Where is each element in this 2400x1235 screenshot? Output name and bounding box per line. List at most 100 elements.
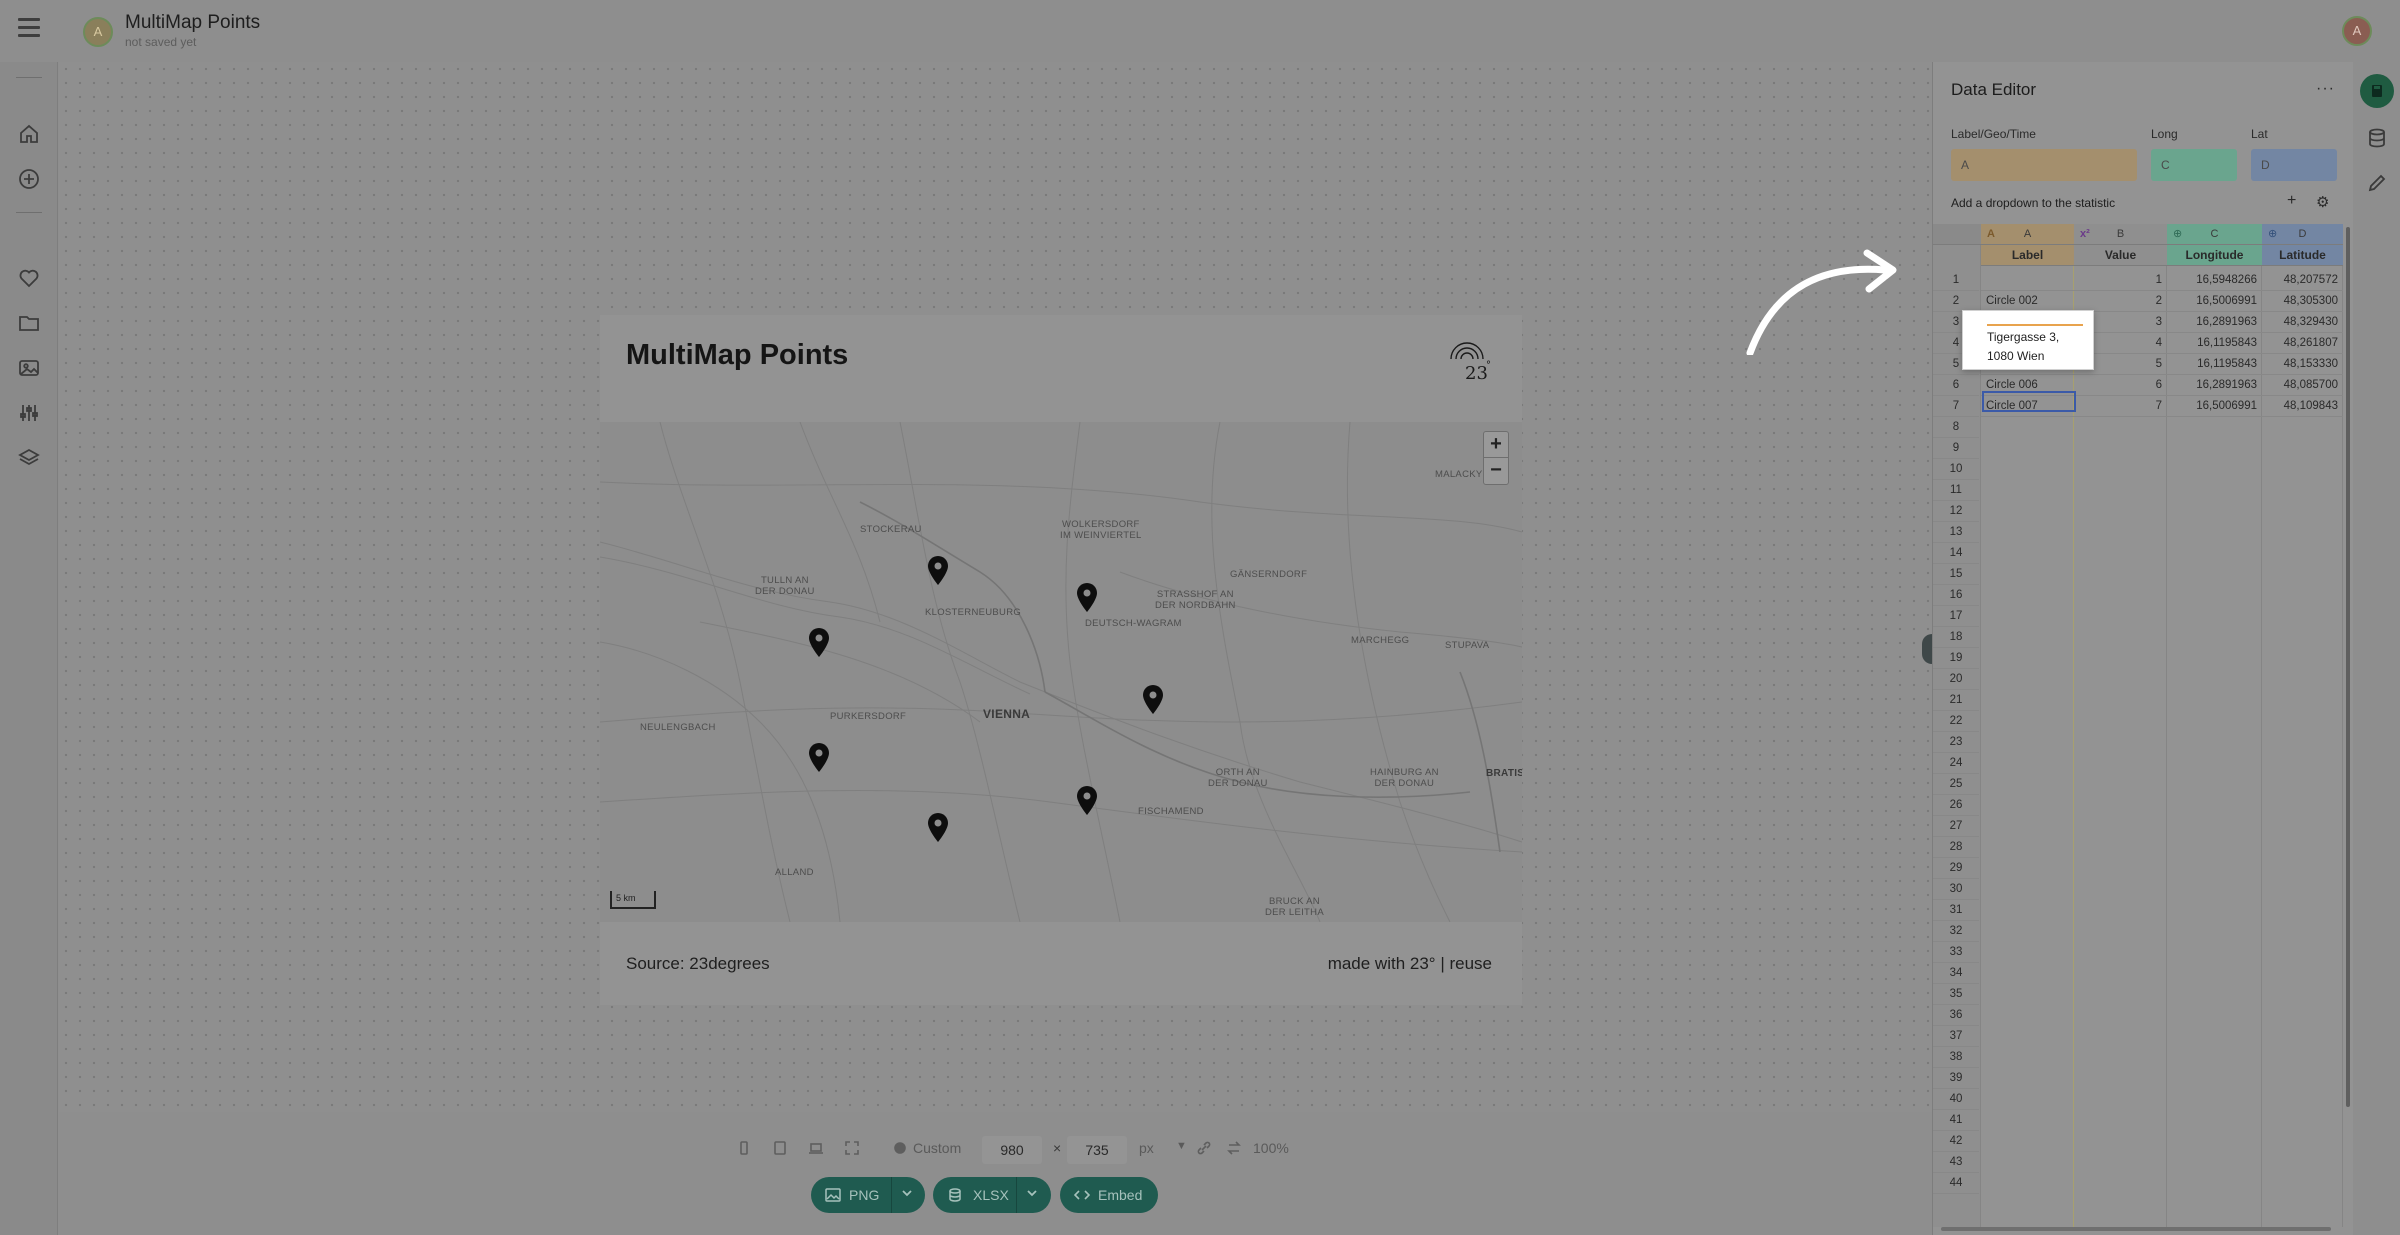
zoom-out-button[interactable]: − (1484, 458, 1508, 484)
row-number[interactable]: 18 (1933, 627, 1979, 648)
embed-button[interactable]: Embed (1060, 1177, 1158, 1213)
selected-cell[interactable] (1982, 391, 2076, 412)
fullscreen-icon[interactable] (844, 1140, 860, 1159)
database-icon[interactable] (2366, 127, 2388, 149)
header-cell-latitude[interactable]: Latitude (2262, 245, 2343, 266)
table-cell[interactable]: 16,1195843 (2167, 333, 2262, 354)
row-number[interactable]: 33 (1933, 942, 1979, 963)
row-number[interactable]: 42 (1933, 1131, 1979, 1152)
home-icon[interactable] (17, 122, 41, 146)
size-preset[interactable]: Custom (913, 1140, 961, 1156)
table-cell[interactable]: 6 (2074, 375, 2167, 396)
column-b-header[interactable]: x² B (2074, 224, 2167, 245)
row-number[interactable]: 12 (1933, 501, 1979, 522)
export-xlsx-button[interactable]: XLSX (933, 1177, 1051, 1213)
laptop-icon[interactable] (808, 1140, 824, 1159)
row-number[interactable]: 6 (1933, 375, 1979, 396)
custom-size-icon[interactable] (892, 1140, 908, 1159)
save-button[interactable] (2360, 74, 2394, 108)
tablet-icon[interactable] (772, 1140, 788, 1159)
row-number[interactable]: 7 (1933, 396, 1979, 417)
row-number[interactable]: 35 (1933, 984, 1979, 1005)
row-number[interactable]: 14 (1933, 543, 1979, 564)
table-cell[interactable]: 16,5948266 (2167, 270, 2262, 291)
table-cell[interactable]: 1 (2074, 270, 2167, 291)
row-number[interactable]: 40 (1933, 1089, 1979, 1110)
horizontal-scrollbar[interactable] (1941, 1227, 2331, 1231)
image-icon[interactable] (17, 356, 41, 380)
row-number[interactable]: 44 (1933, 1173, 1979, 1194)
zoom-level[interactable]: 100% (1253, 1140, 1289, 1156)
chevron-down-icon[interactable] (1025, 1186, 1039, 1200)
map-pin[interactable] (926, 811, 950, 843)
document-title[interactable]: MultiMap Points (125, 12, 260, 34)
table-cell[interactable]: 2 (2074, 291, 2167, 312)
height-input[interactable]: 735 (1067, 1136, 1127, 1164)
folder-icon[interactable] (17, 311, 41, 335)
row-number[interactable]: 36 (1933, 1005, 1979, 1026)
gear-icon[interactable]: ⚙ (2316, 193, 2329, 211)
map-pin[interactable] (926, 554, 950, 586)
heart-icon[interactable] (17, 266, 41, 290)
row-number[interactable]: 28 (1933, 837, 1979, 858)
row-number[interactable]: 37 (1933, 1026, 1979, 1047)
credit-text[interactable]: made with 23° | reuse (1328, 954, 1492, 974)
row-number[interactable]: 24 (1933, 753, 1979, 774)
row-number[interactable]: 30 (1933, 879, 1979, 900)
row-number[interactable]: 29 (1933, 858, 1979, 879)
row-number[interactable]: 23 (1933, 732, 1979, 753)
row-number[interactable]: 38 (1933, 1047, 1979, 1068)
table-cell[interactable]: Circle 002 (1981, 291, 2074, 312)
row-number[interactable]: 20 (1933, 669, 1979, 690)
row-number[interactable]: 41 (1933, 1110, 1979, 1131)
sliders-icon[interactable] (17, 401, 41, 425)
table-cell[interactable]: 16,2891963 (2167, 375, 2262, 396)
pencil-icon[interactable] (2366, 172, 2388, 194)
table-cell[interactable]: 48,261807 (2262, 333, 2343, 354)
field-slot-geo[interactable]: A (1951, 149, 2137, 181)
corner-cell[interactable] (1933, 224, 1981, 245)
row-number[interactable]: 31 (1933, 900, 1979, 921)
table-cell[interactable] (1981, 270, 2074, 291)
table-cell[interactable]: 16,2891963 (2167, 312, 2262, 333)
field-slot-lat[interactable]: D (2251, 149, 2337, 181)
column-c-header[interactable]: ⊕ C (2167, 224, 2262, 245)
map-pin[interactable] (807, 626, 831, 658)
chevron-down-icon[interactable] (900, 1186, 914, 1200)
table-cell[interactable]: 16,5006991 (2167, 291, 2262, 312)
row-number[interactable]: 27 (1933, 816, 1979, 837)
table-cell[interactable]: 16,5006991 (2167, 396, 2262, 417)
table-cell[interactable]: 48,109843 (2262, 396, 2343, 417)
column-a-header[interactable]: A A (1981, 224, 2074, 245)
cell-edit-popup[interactable]: Tigergasse 3, 1080 Wien (1962, 310, 2094, 370)
column-d-header[interactable]: ⊕ D (2262, 224, 2343, 245)
row-number[interactable]: 26 (1933, 795, 1979, 816)
map-pin[interactable] (807, 741, 831, 773)
link-icon[interactable] (1196, 1140, 1212, 1159)
phone-icon[interactable] (736, 1140, 752, 1159)
table-cell[interactable]: 7 (2074, 396, 2167, 417)
panel-collapse-handle[interactable] (1922, 634, 1932, 664)
map-card[interactable]: MultiMap Points 23 ° VIENNA STOCKERAU WO… (600, 315, 1522, 1005)
table-cell[interactable]: 48,153330 (2262, 354, 2343, 375)
row-number[interactable]: 34 (1933, 963, 1979, 984)
header-cell-value[interactable]: Value (2074, 245, 2167, 266)
row-number[interactable]: 10 (1933, 459, 1979, 480)
zoom-in-button[interactable]: + (1484, 432, 1508, 458)
row-number[interactable]: 19 (1933, 648, 1979, 669)
row-number[interactable]: 15 (1933, 564, 1979, 585)
add-icon[interactable] (17, 167, 41, 191)
header-cell-longitude[interactable]: Longitude (2167, 245, 2262, 266)
row-number[interactable]: 1 (1933, 270, 1979, 291)
row-number[interactable]: 17 (1933, 606, 1979, 627)
row-number[interactable]: 8 (1933, 417, 1979, 438)
cell-edit-text[interactable]: Tigergasse 3, 1080 Wien (1987, 324, 2083, 366)
row-number[interactable]: 13 (1933, 522, 1979, 543)
table-cell[interactable]: 16,1195843 (2167, 354, 2262, 375)
map-pin[interactable] (1075, 581, 1099, 613)
map-view[interactable]: VIENNA STOCKERAU WOLKERSDORF IM WEINVIER… (600, 422, 1522, 922)
layers-icon[interactable] (17, 446, 41, 470)
spreadsheet-grid[interactable]: A A x² B ⊕ C ⊕ D Label Value Longitude L… (1933, 224, 2343, 1227)
header-cell-label[interactable]: Label (1981, 245, 2074, 266)
width-input[interactable]: 980 (982, 1136, 1042, 1164)
